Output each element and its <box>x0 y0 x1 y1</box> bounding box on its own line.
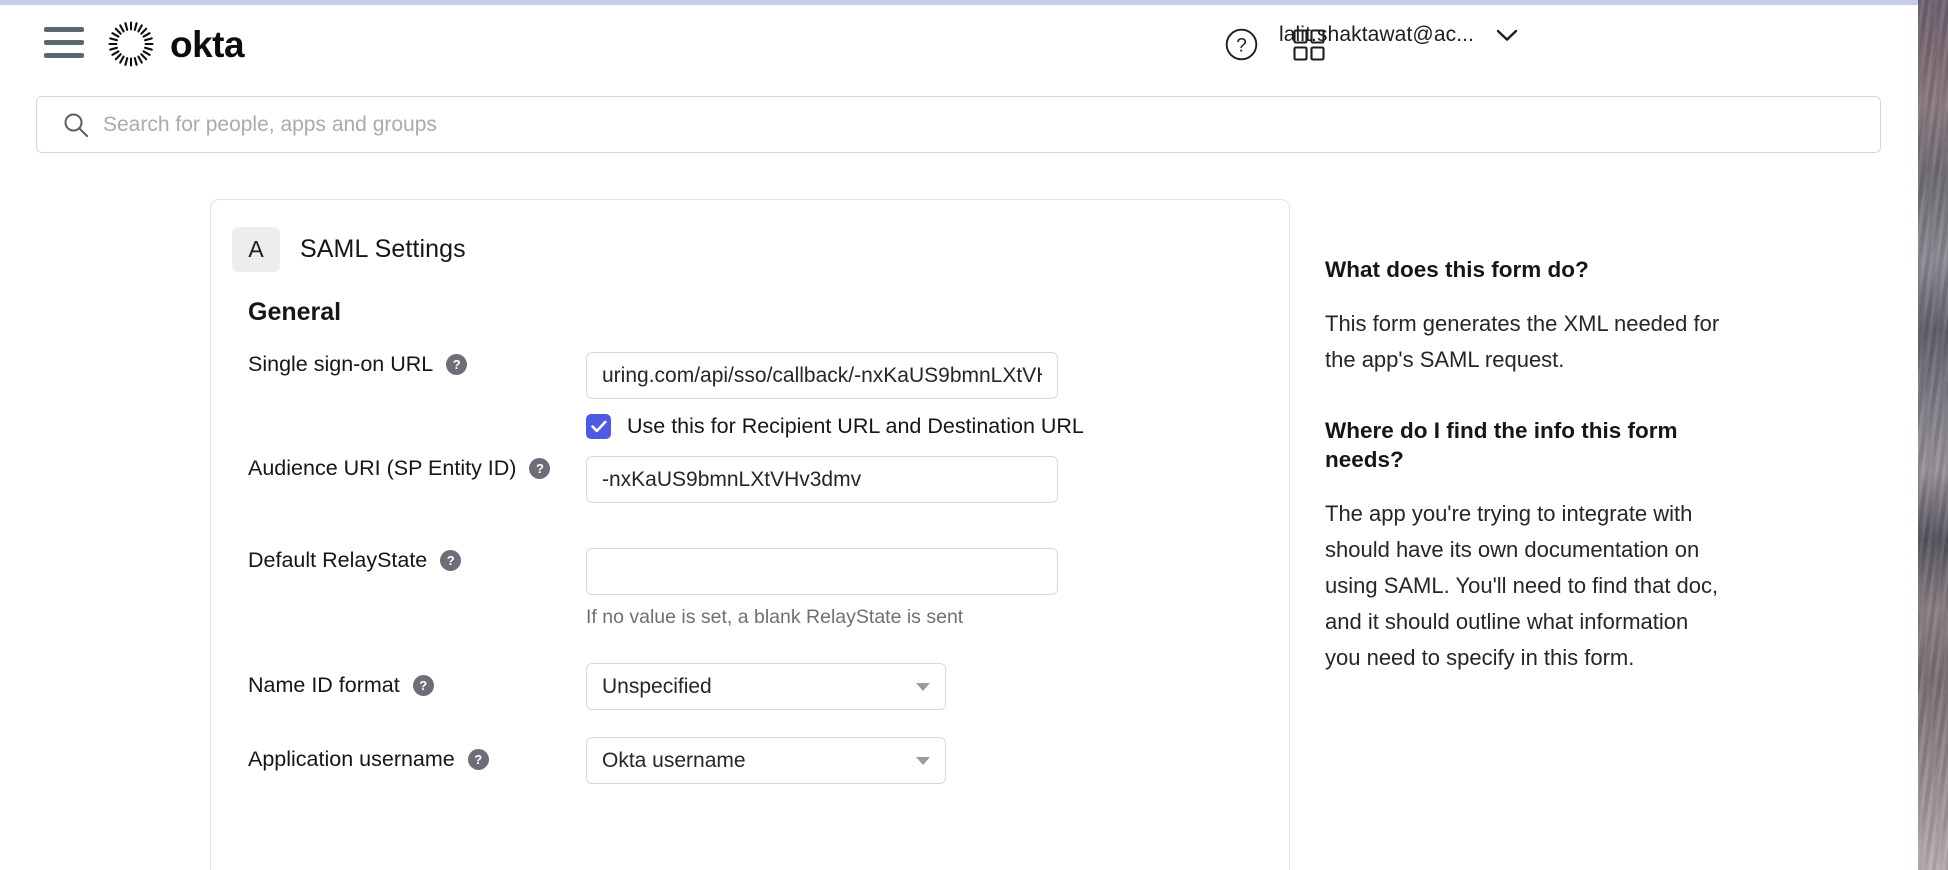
user-account-menu[interactable]: lalit.shaktawat@ac... <box>1279 23 1518 47</box>
recipient-destination-checkbox-label: Use this for Recipient URL and Destinati… <box>627 414 1084 438</box>
name-id-format-label: Name ID format ? <box>248 673 434 698</box>
relay-state-label: Default RelayState ? <box>248 548 462 573</box>
chevron-down-icon <box>1496 29 1518 42</box>
audience-uri-input[interactable] <box>586 456 1058 503</box>
user-email-label: lalit.shaktawat@ac... <box>1279 23 1474 46</box>
browser-window: okta ? lalit.shaktawat@ac... Search for … <box>0 0 1918 870</box>
audience-uri-label: Audience URI (SP Entity ID) ? <box>248 456 551 481</box>
global-search <box>36 96 1881 153</box>
relay-state-helper-text: If no value is set, a blank RelayState i… <box>586 606 964 628</box>
section-heading: General <box>248 298 342 326</box>
checkmark-icon <box>590 420 606 433</box>
application-username-label-text: Application username <box>248 747 455 771</box>
relay-state-input[interactable] <box>586 548 1058 595</box>
name-id-format-label-text: Name ID format <box>248 673 400 697</box>
svg-text:?: ? <box>1236 36 1247 57</box>
sso-url-label: Single sign-on URL ? <box>248 352 468 377</box>
step-badge: A <box>232 227 280 272</box>
audience-uri-control <box>586 456 1058 503</box>
sso-url-help-icon[interactable]: ? <box>446 354 468 375</box>
sso-url-control: Use this for Recipient URL and Destinati… <box>586 352 1084 439</box>
saml-settings-card: A SAML Settings General Single sign-on U… <box>210 199 1290 870</box>
name-id-format-help-icon[interactable]: ? <box>412 675 434 696</box>
help-question-1-heading: What does this form do? <box>1325 257 1589 282</box>
hamburger-menu-icon[interactable] <box>44 27 86 61</box>
page-title: SAML Settings <box>300 235 466 263</box>
recipient-destination-checkbox[interactable] <box>586 414 611 439</box>
audience-uri-label-text: Audience URI (SP Entity ID) <box>248 456 517 480</box>
help-question-2-heading: Where do I find the info this form needs… <box>1325 418 1678 472</box>
sso-url-input[interactable] <box>586 352 1058 399</box>
name-id-format-select-value[interactable]: Unspecified <box>586 663 946 710</box>
help-icon[interactable]: ? <box>1225 28 1258 61</box>
application-username-select[interactable]: Okta username <box>586 737 946 784</box>
application-username-select-value[interactable]: Okta username <box>586 737 946 784</box>
application-username-help-icon[interactable]: ? <box>467 749 489 770</box>
card-title-row: A SAML Settings <box>232 227 466 272</box>
okta-sunburst-icon <box>108 21 154 67</box>
relay-state-help-icon[interactable]: ? <box>440 550 462 571</box>
relay-state-control: If no value is set, a blank RelayState i… <box>586 548 1058 629</box>
okta-header: okta ? lalit.shaktawat@ac... <box>0 5 1918 80</box>
hamburger-bar <box>44 27 84 32</box>
hamburger-bar <box>44 40 84 45</box>
sso-url-label-text: Single sign-on URL <box>248 352 434 376</box>
hamburger-bar <box>44 53 84 58</box>
okta-wordmark: okta <box>170 24 245 65</box>
name-id-format-select[interactable]: Unspecified <box>586 663 946 710</box>
audience-uri-help-icon[interactable]: ? <box>529 458 551 479</box>
relay-state-label-text: Default RelayState <box>248 548 428 572</box>
search-input[interactable] <box>36 96 1881 153</box>
application-username-label: Application username ? <box>248 747 489 772</box>
help-question-1-body: This form generates the XML needed for t… <box>1325 311 1720 372</box>
recipient-destination-checkbox-row[interactable]: Use this for Recipient URL and Destinati… <box>586 414 1084 439</box>
help-question-2-body: The app you're trying to integrate with … <box>1325 501 1719 670</box>
help-panel: What does this form do? This form genera… <box>1325 255 1720 714</box>
name-id-format-control: Unspecified <box>586 663 946 710</box>
application-username-control: Okta username <box>586 737 946 784</box>
